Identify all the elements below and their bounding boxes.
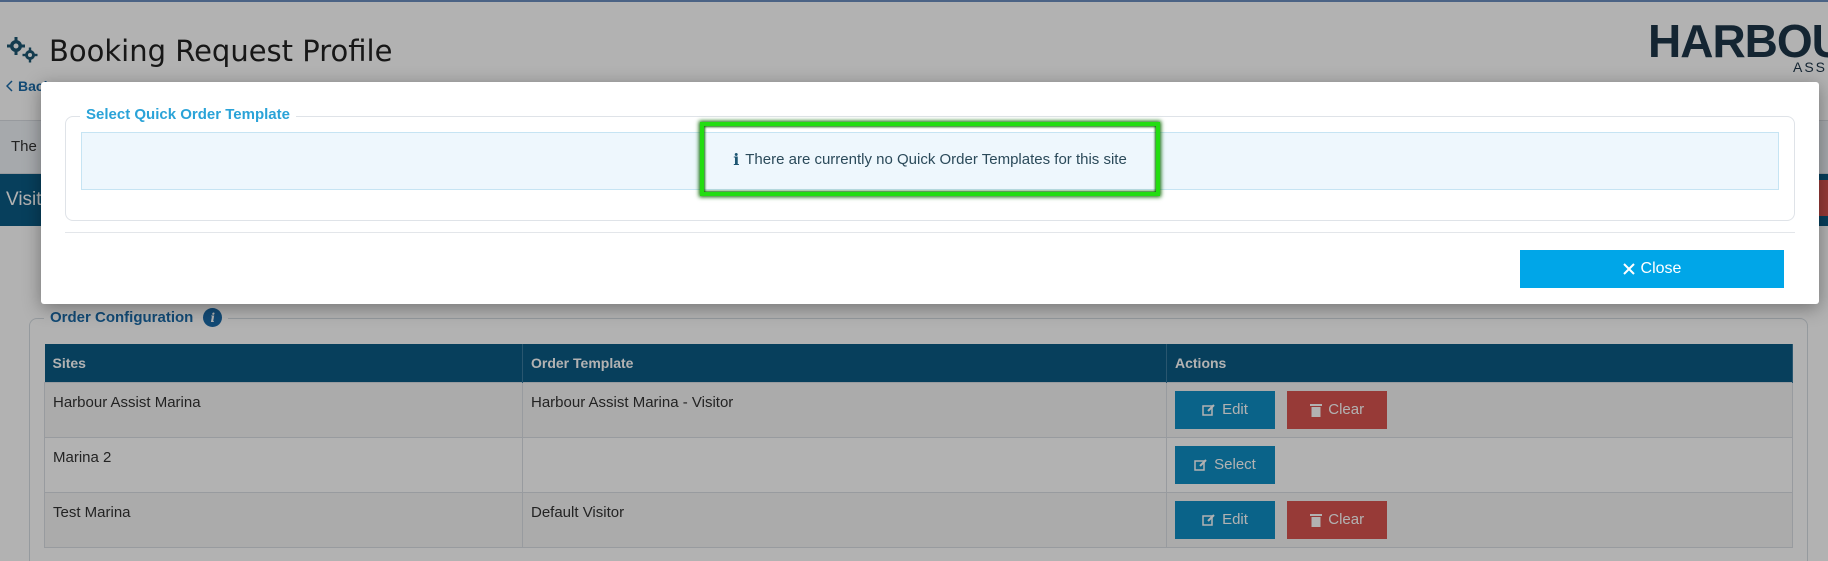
alert-message: i There are currently no Quick Order Tem… bbox=[700, 122, 1160, 196]
close-button[interactable]: Close bbox=[1520, 250, 1784, 288]
info-icon: i bbox=[733, 149, 740, 169]
modal-divider bbox=[65, 232, 1795, 233]
close-button-label: Close bbox=[1640, 260, 1682, 277]
quick-order-template-legend: Select Quick Order Template bbox=[80, 106, 296, 123]
close-icon bbox=[1622, 263, 1635, 275]
quick-order-template-modal: Select Quick Order Template i There are … bbox=[41, 82, 1819, 304]
alert-message-text: There are currently no Quick Order Templ… bbox=[745, 150, 1127, 168]
